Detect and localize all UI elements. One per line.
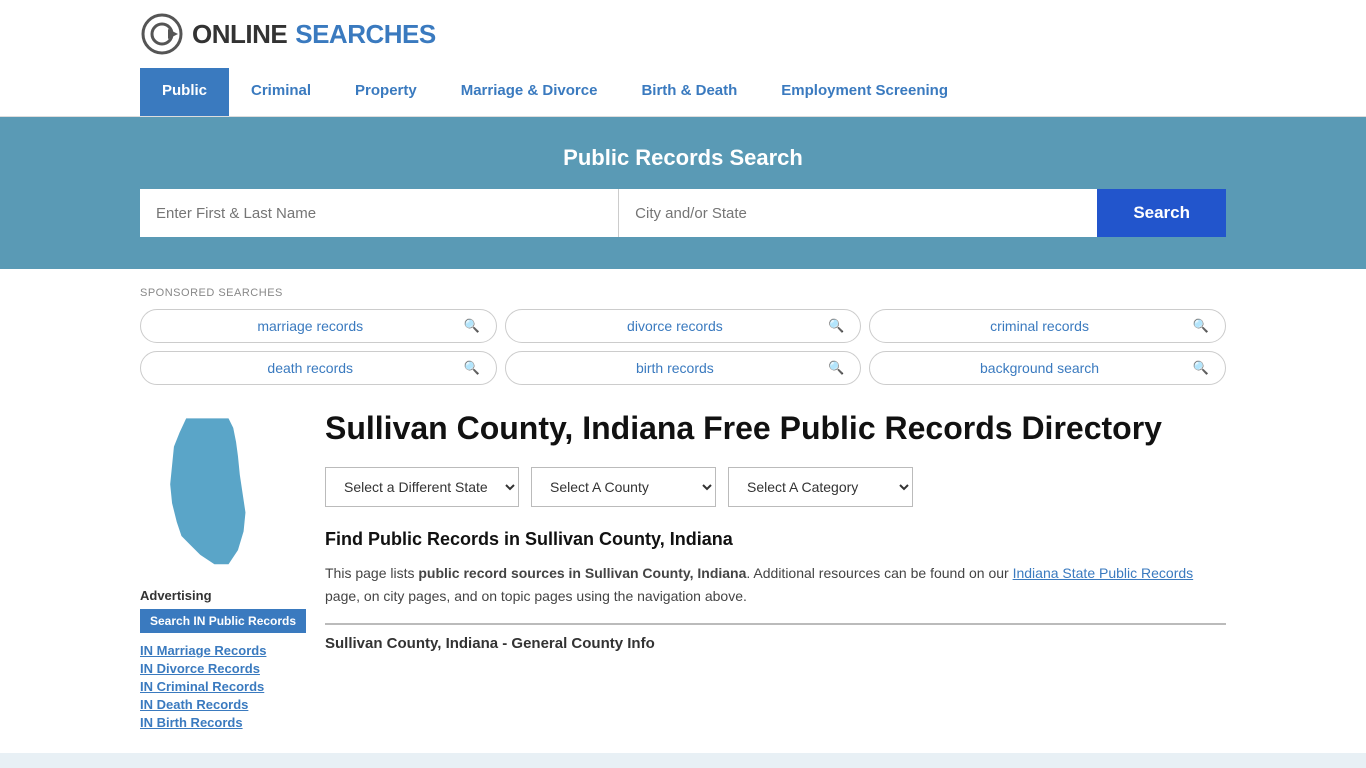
category-dropdown[interactable]: Select A Category xyxy=(728,467,913,507)
nav-employment[interactable]: Employment Screening xyxy=(759,68,970,116)
sponsored-background[interactable]: background search 🔍 xyxy=(869,351,1226,385)
sponsored-birth[interactable]: birth records 🔍 xyxy=(505,351,862,385)
search-icon-3: 🔍 xyxy=(1193,318,1209,334)
nav-public[interactable]: Public xyxy=(140,68,229,116)
nav-criminal[interactable]: Criminal xyxy=(229,68,333,116)
sponsored-birth-text: birth records xyxy=(522,360,828,376)
sidebar: Advertising Search IN Public Records IN … xyxy=(140,409,295,733)
sponsored-grid: marriage records 🔍 divorce records 🔍 cri… xyxy=(140,309,1226,385)
sponsored-death-text: death records xyxy=(157,360,463,376)
state-dropdown[interactable]: Select a Different State xyxy=(325,467,519,507)
sidebar-link-divorce[interactable]: IN Divorce Records xyxy=(140,661,295,676)
sponsored-label: SPONSORED SEARCHES xyxy=(140,287,1226,299)
sidebar-link-birth[interactable]: IN Birth Records xyxy=(140,715,295,730)
search-icon-1: 🔍 xyxy=(463,318,479,334)
county-info-header: Sullivan County, Indiana - General Count… xyxy=(325,623,1226,652)
search-banner: Public Records Search Search xyxy=(0,117,1366,269)
logo[interactable]: ONLINE SEARCHES xyxy=(140,12,436,56)
ad-search-button[interactable]: Search IN Public Records xyxy=(140,609,306,633)
advertising-label: Advertising xyxy=(140,588,295,603)
logo-icon xyxy=(140,12,184,56)
main-nav: Public Criminal Property Marriage & Divo… xyxy=(0,68,1366,117)
dropdowns-row: Select a Different State Select A County… xyxy=(325,467,1226,507)
nav-marriage-divorce[interactable]: Marriage & Divorce xyxy=(439,68,620,116)
main-content: Sullivan County, Indiana Free Public Rec… xyxy=(325,409,1226,733)
find-records-title: Find Public Records in Sullivan County, … xyxy=(325,529,1226,550)
sponsored-criminal[interactable]: criminal records 🔍 xyxy=(869,309,1226,343)
description-text: This page lists public record sources in… xyxy=(325,562,1226,607)
name-input[interactable] xyxy=(140,189,618,237)
sidebar-link-death[interactable]: IN Death Records xyxy=(140,697,295,712)
search-button[interactable]: Search xyxy=(1097,189,1226,237)
nav-birth-death[interactable]: Birth & Death xyxy=(619,68,759,116)
county-dropdown[interactable]: Select A County xyxy=(531,467,716,507)
sidebar-link-marriage[interactable]: IN Marriage Records xyxy=(140,643,295,658)
desc-end: page, on city pages, and on topic pages … xyxy=(325,588,747,604)
logo-text-online: ONLINE xyxy=(192,19,287,50)
sponsored-divorce[interactable]: divorce records 🔍 xyxy=(505,309,862,343)
sponsored-marriage-text: marriage records xyxy=(157,318,463,334)
sponsored-divorce-text: divorce records xyxy=(522,318,828,334)
search-icon-5: 🔍 xyxy=(828,360,844,376)
page-title: Sullivan County, Indiana Free Public Rec… xyxy=(325,409,1226,447)
sidebar-link-criminal[interactable]: IN Criminal Records xyxy=(140,679,295,694)
indiana-records-link[interactable]: Indiana State Public Records xyxy=(1013,565,1194,581)
state-map xyxy=(140,409,270,569)
main-section: Advertising Search IN Public Records IN … xyxy=(140,409,1226,733)
location-input[interactable] xyxy=(618,189,1097,237)
logo-text-searches: SEARCHES xyxy=(295,19,435,50)
sponsored-death[interactable]: death records 🔍 xyxy=(140,351,497,385)
search-banner-title: Public Records Search xyxy=(140,145,1226,171)
desc-mid: . Additional resources can be found on o… xyxy=(746,565,1012,581)
search-icon-6: 🔍 xyxy=(1193,360,1209,376)
desc-bold: public record sources in Sullivan County… xyxy=(418,565,746,581)
main-content-area: SPONSORED SEARCHES marriage records 🔍 di… xyxy=(0,269,1366,753)
search-icon-4: 🔍 xyxy=(463,360,479,376)
nav-property[interactable]: Property xyxy=(333,68,439,116)
sponsored-marriage[interactable]: marriage records 🔍 xyxy=(140,309,497,343)
search-form: Search xyxy=(140,189,1226,237)
search-icon-2: 🔍 xyxy=(828,318,844,334)
sponsored-criminal-text: criminal records xyxy=(886,318,1192,334)
site-header: ONLINE SEARCHES xyxy=(0,0,1366,68)
desc-plain: This page lists xyxy=(325,565,418,581)
sponsored-background-text: background search xyxy=(886,360,1192,376)
